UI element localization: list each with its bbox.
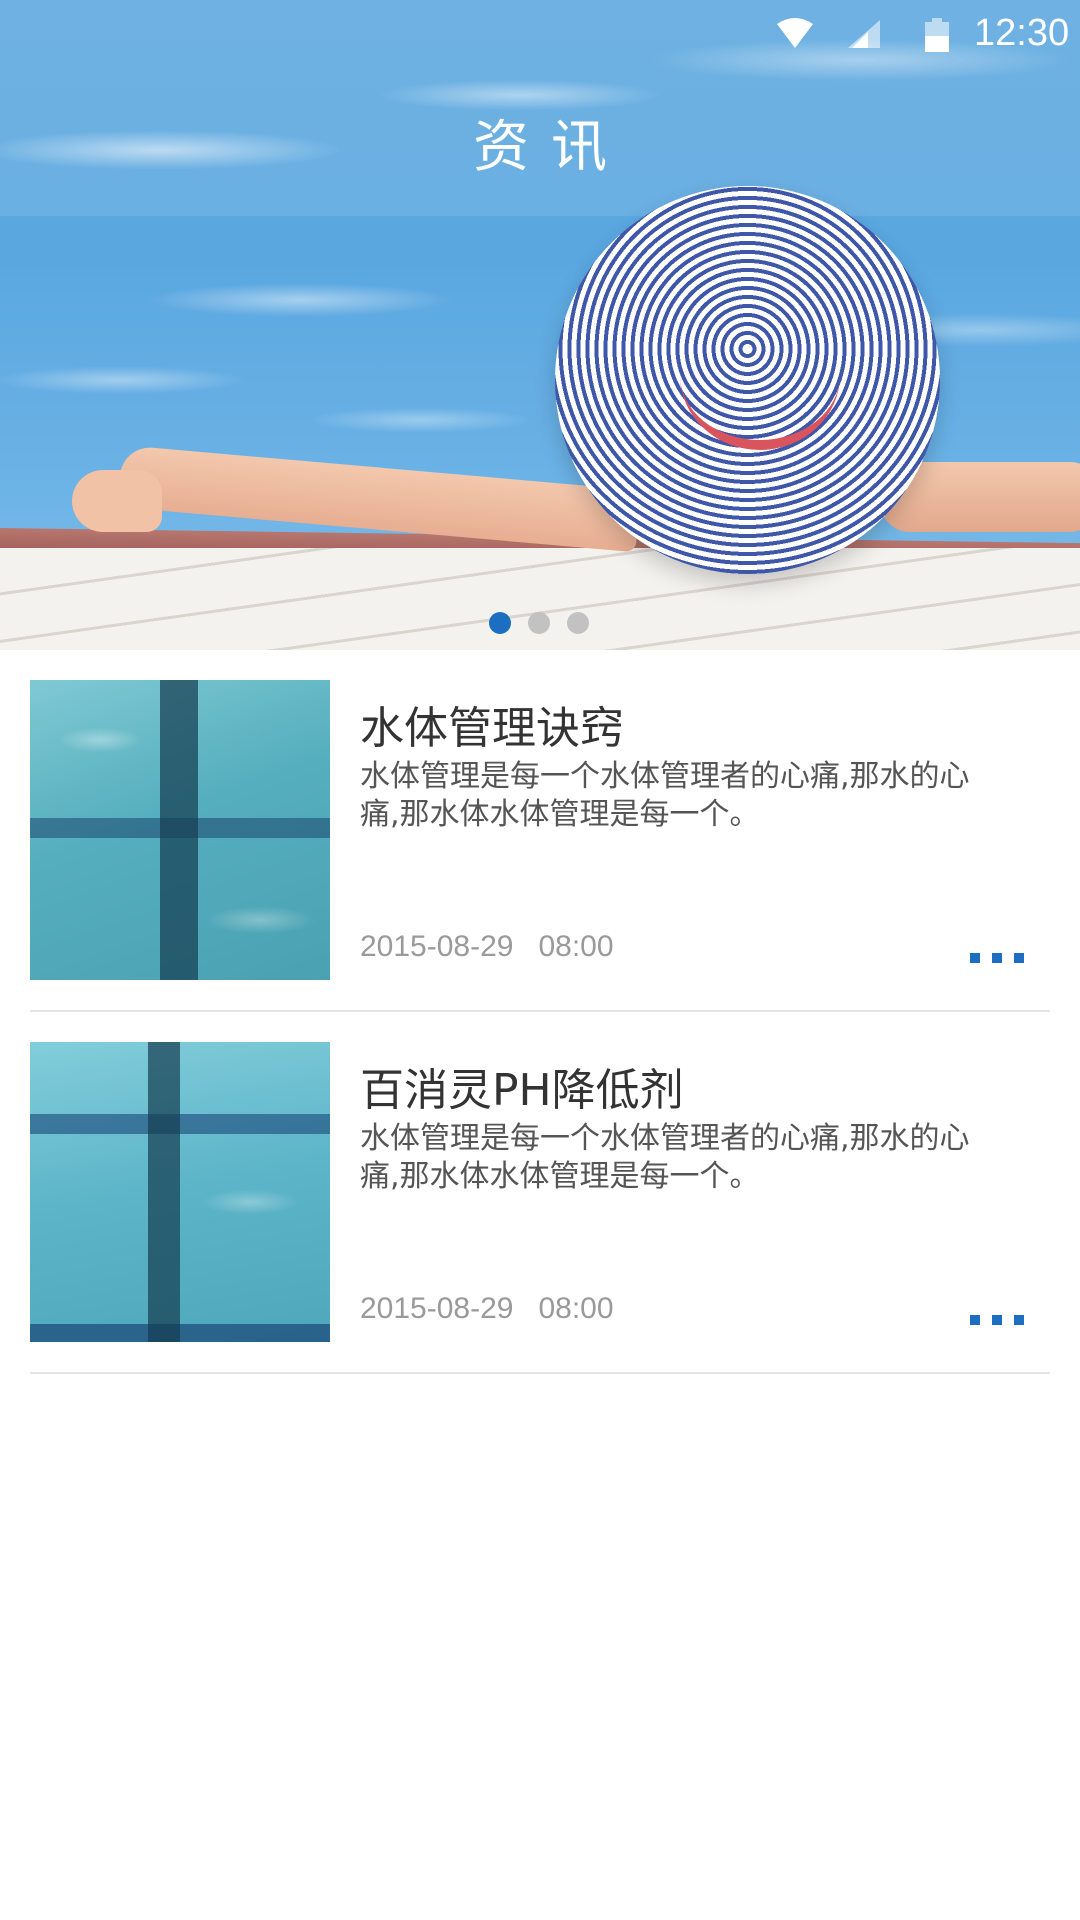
pool-deck [0, 548, 1080, 650]
carousel-dot-2[interactable] [528, 612, 550, 634]
news-item[interactable]: 百消灵PH降低剂 水体管理是每一个水体管理者的心痛,那水的心痛,那水体水体管理是… [30, 1012, 1050, 1374]
hero-banner[interactable]: 12:30 资讯 [0, 0, 1080, 650]
news-summary: 水体管理是每一个水体管理者的心痛,那水的心痛,那水体水体管理是每一个。 [360, 1121, 970, 1194]
news-thumbnail[interactable] [30, 1042, 330, 1342]
cell-signal-icon [848, 20, 880, 48]
news-title[interactable]: 百消灵PH降低剂 [360, 1054, 1040, 1118]
status-time: 12:30 [974, 12, 1070, 54]
battery-icon [925, 18, 949, 52]
news-thumbnail[interactable] [30, 680, 330, 980]
carousel-indicator [489, 612, 589, 634]
news-date: 2015-08-29 08:00 [360, 1292, 614, 1325]
news-item[interactable]: 水体管理诀窍 水体管理是每一个水体管理者的心痛,那水的心痛,那水体水体管理是每一… [30, 650, 1050, 1012]
wifi-icon [777, 18, 813, 48]
news-screen: 12:30 资讯 水体管理诀窍 水体管理是每一个水体管理者的心痛,那水的心痛,那… [0, 0, 1080, 1920]
hand [72, 470, 162, 532]
more-dots-icon[interactable] [970, 1310, 1024, 1330]
more-dots-icon[interactable] [970, 948, 1024, 968]
news-date: 2015-08-29 08:00 [360, 930, 614, 963]
news-summary: 水体管理是每一个水体管理者的心痛,那水的心痛,那水体水体管理是每一个。 [360, 759, 970, 832]
hat-band [680, 300, 840, 450]
page-title: 资讯 [473, 115, 629, 180]
carousel-dot-1[interactable] [489, 612, 511, 634]
carousel-dot-3[interactable] [567, 612, 589, 634]
news-list: 水体管理诀窍 水体管理是每一个水体管理者的心痛,那水的心痛,那水体水体管理是每一… [30, 650, 1050, 1374]
news-title[interactable]: 水体管理诀窍 [360, 692, 1040, 756]
status-bar: 12:30 [0, 0, 1080, 70]
